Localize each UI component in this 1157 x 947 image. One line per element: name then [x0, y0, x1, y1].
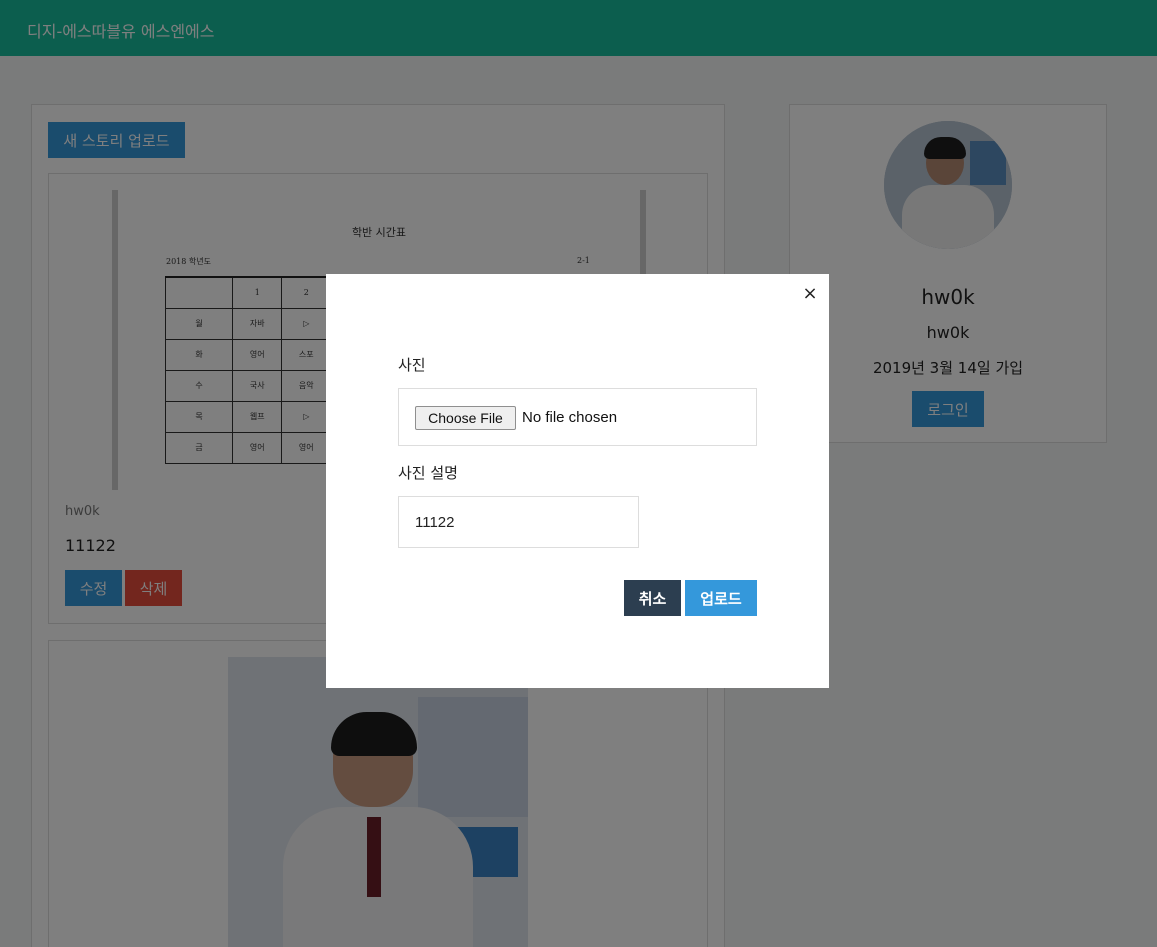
description-label: 사진 설명 [398, 464, 458, 482]
choose-file-button[interactable]: Choose File [415, 406, 516, 430]
file-status: No file chosen [522, 409, 618, 426]
cancel-button[interactable]: 취소 [624, 580, 681, 616]
close-icon[interactable]: × [800, 284, 820, 304]
file-input[interactable]: Choose File No file chosen [398, 388, 757, 446]
description-input[interactable] [398, 496, 639, 548]
upload-modal: × 사진 Choose File No file chosen 사진 설명 취소… [326, 274, 829, 688]
photo-label: 사진 [398, 356, 426, 374]
upload-button[interactable]: 업로드 [685, 580, 757, 616]
